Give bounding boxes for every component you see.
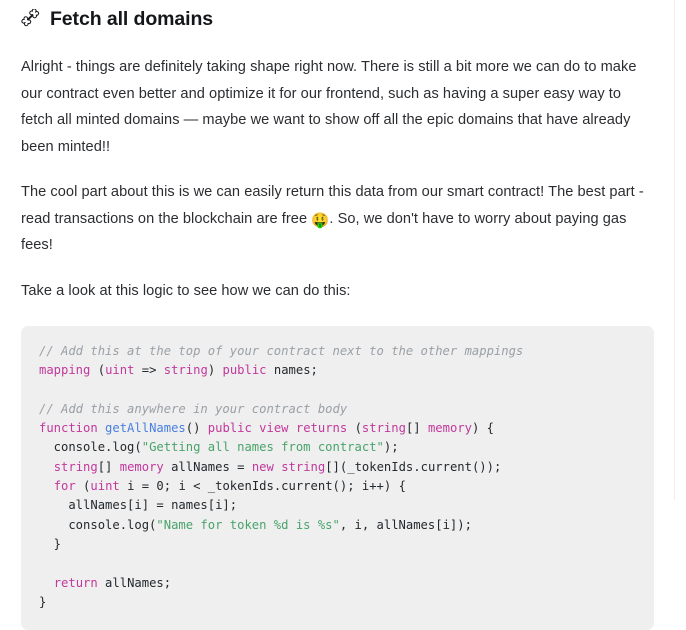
code-token-plain: () <box>185 421 208 436</box>
code-token-plain: [] <box>405 421 428 436</box>
code-token-plain: names; <box>266 363 318 378</box>
code-token-plain: console.log( <box>39 517 157 532</box>
code-token-keyword: mapping <box>39 363 91 378</box>
code-token-string: "Name for token %d is %s" <box>156 517 340 532</box>
code-token-keyword: view <box>259 421 289 436</box>
code-token-plain: , i, allNames[i]); <box>339 517 472 532</box>
page-title-text: Fetch all domains <box>50 8 214 30</box>
code-token-keyword: string <box>361 421 406 436</box>
bone-icon <box>21 8 42 30</box>
code-block: // Add this at the top of your contract … <box>21 326 654 630</box>
code-token-keyword: memory <box>119 459 164 474</box>
code-token-keyword: returns <box>295 421 348 436</box>
page-title: Fetch all domains <box>21 0 648 32</box>
code-token-keyword: string <box>281 459 326 474</box>
code-token-plain: ) { <box>472 421 495 436</box>
code-token-keyword: uint <box>105 363 135 378</box>
money-mouth-face-emoji: 🤑 <box>311 212 330 229</box>
code-token-plain: [](_tokenIds.current()); <box>325 459 502 474</box>
code-token-function: getAllNames <box>105 421 186 436</box>
paragraph-free-reads: The cool part about this is we can easil… <box>21 179 648 259</box>
code-token-plain: ( <box>75 479 91 494</box>
right-divider <box>674 0 675 500</box>
code-token-plain: allNames = <box>163 459 252 474</box>
code-token-plain: } <box>39 594 47 609</box>
code-token-comment: // Add this anywhere in your contract bo… <box>39 401 348 416</box>
code-token-plain: console.log( <box>39 440 142 455</box>
code-token-string: "Getting all names from contract" <box>141 440 384 455</box>
paragraph-intro: Alright - things are definitely taking s… <box>21 59 637 155</box>
code-token-plain: } <box>39 536 62 551</box>
paragraph-code-lead-in: Take a look at this logic to see how we … <box>21 282 351 299</box>
code-token-plain: => <box>134 363 164 378</box>
code-token-comment: // Add this at the top of your contract … <box>39 344 524 358</box>
code-token-plain: allNames[i] = names[i]; <box>39 498 238 513</box>
code-token-keyword: new <box>251 459 274 474</box>
code-token-keyword: memory <box>427 421 472 436</box>
code-token-keyword: string <box>163 363 208 378</box>
code-content: // Add this at the top of your contract … <box>21 342 654 612</box>
code-token-plain: i = 0; i < _tokenIds.current(); i++) { <box>119 479 406 494</box>
code-token-plain: ( <box>347 421 362 436</box>
code-token-keyword: string <box>53 459 98 474</box>
code-token-keyword: public <box>207 421 252 436</box>
code-token-plain: ( <box>90 363 106 378</box>
code-token-plain: ) <box>207 363 223 378</box>
code-token-keyword: function <box>39 421 98 436</box>
code-token-plain: allNames; <box>97 575 172 590</box>
code-token-keyword: public <box>222 363 267 378</box>
code-token-plain: ); <box>383 440 399 455</box>
code-token-keyword: return <box>53 575 98 590</box>
article-page: Fetch all domains Alright - things are d… <box>0 0 686 630</box>
code-token-keyword: for <box>53 479 76 494</box>
code-token-plain: [] <box>97 459 120 474</box>
code-token-keyword: uint <box>90 479 120 494</box>
